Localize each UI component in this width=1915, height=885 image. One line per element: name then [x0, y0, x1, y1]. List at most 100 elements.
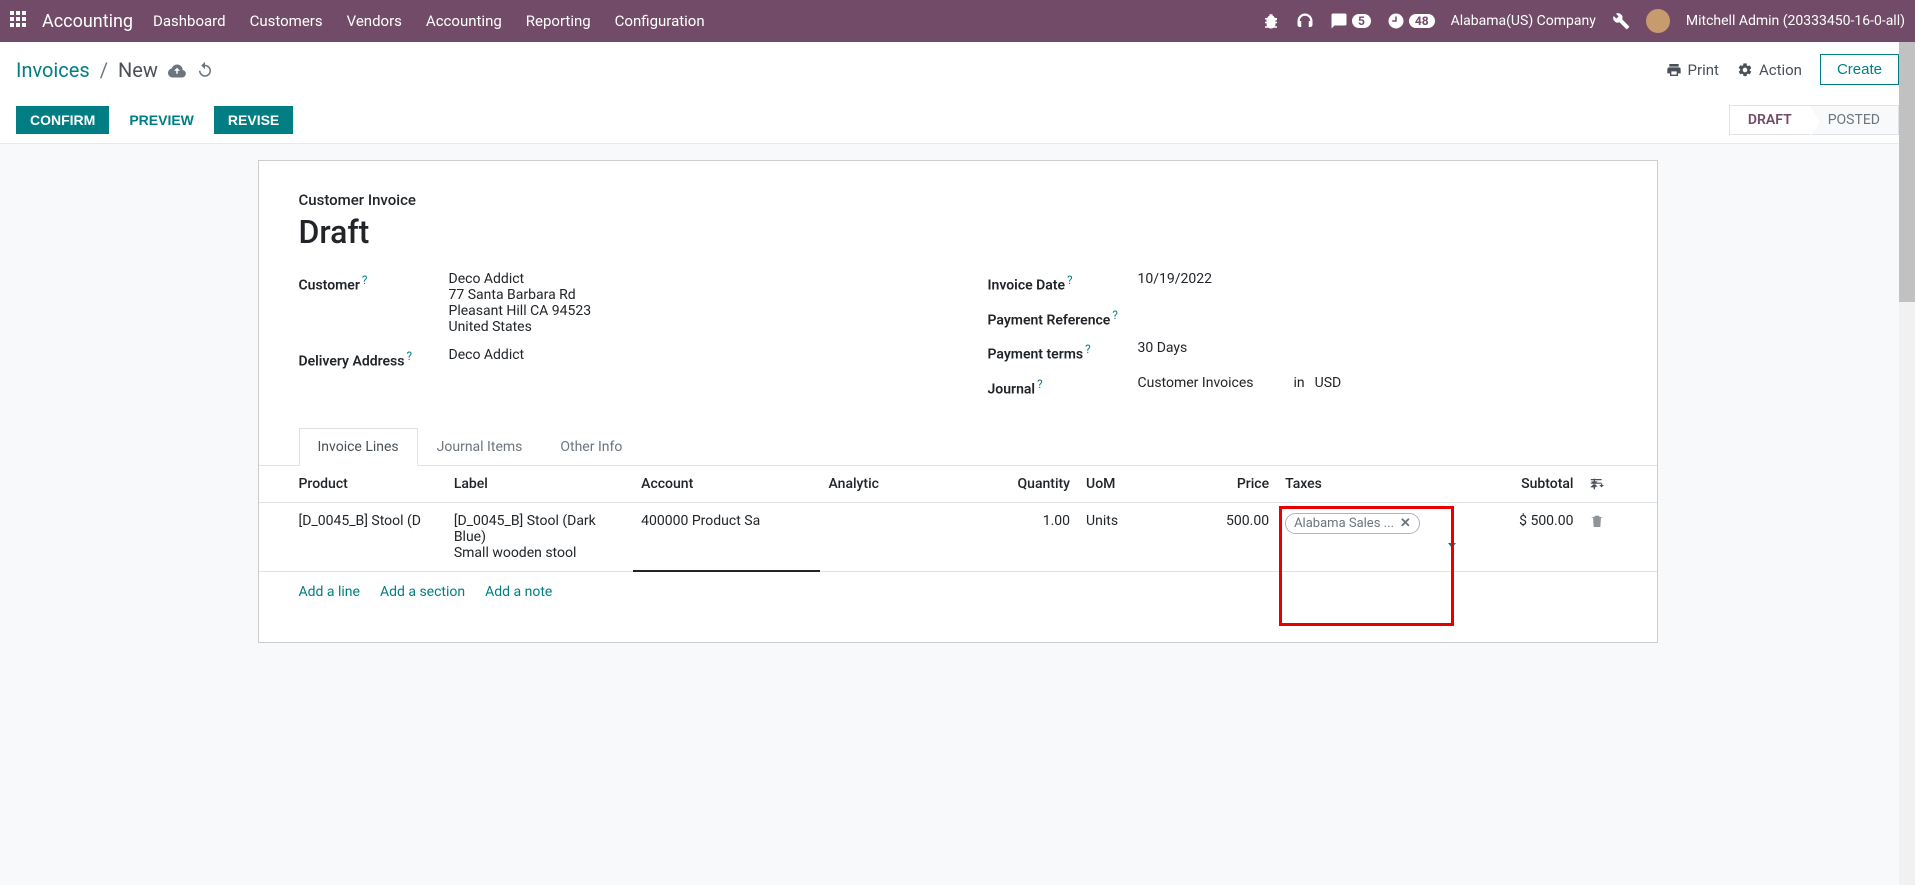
col-label[interactable]: Label	[446, 466, 633, 503]
scrollbar[interactable]	[1899, 42, 1915, 885]
breadcrumb: Invoices / New	[16, 58, 214, 82]
col-analytic[interactable]: Analytic	[820, 466, 984, 503]
scrollbar-thumb[interactable]	[1899, 42, 1915, 302]
user-name[interactable]: Mitchell Admin (20333450-16-0-all)	[1686, 13, 1905, 29]
company-switcher[interactable]: Alabama(US) Company	[1451, 13, 1596, 29]
help-icon[interactable]: ?	[362, 273, 368, 287]
support-icon[interactable]	[1296, 12, 1314, 30]
preview-button[interactable]: PREVIEW	[115, 106, 208, 134]
control-panel: Invoices / New Print Action Create	[0, 42, 1915, 97]
delivery-label: Delivery Address?	[299, 347, 449, 370]
col-subtotal[interactable]: Subtotal	[1464, 466, 1581, 503]
chat-indicator[interactable]: 5	[1330, 12, 1371, 30]
print-label: Print	[1688, 61, 1719, 79]
print-button[interactable]: Print	[1666, 61, 1719, 79]
help-icon[interactable]: ?	[1037, 377, 1043, 391]
status-posted[interactable]: POSTED	[1810, 106, 1898, 134]
menu-customers[interactable]: Customers	[250, 12, 323, 30]
cell-delete[interactable]	[1581, 502, 1656, 571]
cell-quantity[interactable]: 1.00	[984, 502, 1078, 571]
add-note-link[interactable]: Add a note	[485, 584, 552, 600]
breadcrumb-sep: /	[100, 58, 108, 82]
tab-invoice-lines[interactable]: Invoice Lines	[299, 428, 418, 466]
help-icon[interactable]: ?	[1067, 273, 1073, 287]
col-options[interactable]	[1581, 466, 1656, 503]
tax-tag[interactable]: Alabama Sales ... ✕	[1285, 513, 1420, 534]
tab-bar: Invoice Lines Journal Items Other Info	[259, 428, 1657, 466]
customer-addr1: 77 Santa Barbara Rd	[449, 287, 928, 303]
col-taxes[interactable]: Taxes	[1277, 466, 1464, 503]
activity-indicator[interactable]: 48	[1387, 12, 1435, 30]
cloud-upload-icon[interactable]	[168, 61, 186, 79]
cell-taxes[interactable]: Alabama Sales ... ✕	[1277, 502, 1464, 571]
customer-addr2: Pleasant Hill CA 94523	[449, 303, 928, 319]
cell-uom[interactable]: Units	[1078, 502, 1160, 571]
table-row[interactable]: [D_0045_B] Stool (D [D_0045_B] Stool (Da…	[259, 502, 1657, 571]
tab-journal-items[interactable]: Journal Items	[418, 428, 542, 466]
status-steps: DRAFT POSTED	[1729, 105, 1899, 135]
cp-actions: Print Action Create	[1666, 54, 1899, 85]
help-icon[interactable]: ?	[1112, 308, 1118, 322]
col-quantity[interactable]: Quantity	[984, 466, 1078, 503]
chevron-down-icon[interactable]	[1448, 543, 1456, 548]
payment-terms-value[interactable]: 30 Days	[1138, 340, 1617, 356]
confirm-button[interactable]: CONFIRM	[16, 106, 109, 134]
journal-currency[interactable]: USD	[1315, 375, 1342, 391]
cell-product[interactable]: [D_0045_B] Stool (D	[259, 502, 446, 571]
revise-button[interactable]: REVISE	[214, 106, 293, 134]
form-sheet: Customer Invoice Draft Customer? Deco Ad…	[258, 160, 1658, 643]
tax-tag-label: Alabama Sales ...	[1294, 516, 1394, 531]
col-product[interactable]: Product	[259, 466, 446, 503]
form-subtitle: Customer Invoice	[299, 191, 1617, 209]
discard-icon[interactable]	[196, 61, 214, 79]
cell-price[interactable]: 500.00	[1160, 502, 1277, 571]
cell-account[interactable]: 400000 Product Sa	[633, 502, 820, 571]
tools-icon[interactable]	[1612, 12, 1630, 30]
cell-analytic[interactable]	[820, 502, 984, 571]
status-draft[interactable]: DRAFT	[1730, 106, 1810, 134]
customer-label: Customer?	[299, 271, 449, 294]
action-label: Action	[1759, 61, 1802, 79]
menu-vendors[interactable]: Vendors	[347, 12, 402, 30]
tab-other-info[interactable]: Other Info	[541, 428, 641, 466]
main-menu: Dashboard Customers Vendors Accounting R…	[153, 12, 1262, 30]
journal-name: Customer Invoices	[1138, 375, 1254, 391]
options-icon	[1589, 476, 1605, 492]
col-uom[interactable]: UoM	[1078, 466, 1160, 503]
remove-tag-icon[interactable]: ✕	[1400, 516, 1411, 531]
menu-accounting[interactable]: Accounting	[426, 12, 502, 30]
customer-value[interactable]: Deco Addict 77 Santa Barbara Rd Pleasant…	[449, 271, 928, 335]
payment-ref-label: Payment Reference?	[988, 306, 1138, 329]
menu-configuration[interactable]: Configuration	[615, 12, 705, 30]
menu-reporting[interactable]: Reporting	[526, 12, 591, 30]
cell-subtotal: $ 500.00	[1464, 502, 1581, 571]
brand-title: Accounting	[42, 11, 133, 32]
help-icon[interactable]: ?	[1085, 342, 1091, 356]
chat-icon	[1330, 12, 1348, 30]
menu-dashboard[interactable]: Dashboard	[153, 12, 226, 30]
chat-count: 5	[1352, 14, 1371, 28]
delivery-value[interactable]: Deco Addict	[449, 347, 928, 363]
col-price[interactable]: Price	[1160, 466, 1277, 503]
clock-icon	[1387, 12, 1405, 30]
customer-name: Deco Addict	[449, 271, 928, 287]
add-section-link[interactable]: Add a section	[380, 584, 465, 600]
help-icon[interactable]: ?	[406, 349, 412, 363]
invoice-date-value[interactable]: 10/19/2022	[1138, 271, 1617, 287]
apps-icon[interactable]	[10, 11, 30, 31]
action-button[interactable]: Action	[1737, 61, 1802, 79]
breadcrumb-root[interactable]: Invoices	[16, 58, 90, 82]
status-bar: CONFIRM PREVIEW REVISE DRAFT POSTED	[0, 97, 1915, 144]
col-account[interactable]: Account	[633, 466, 820, 503]
form-title: Draft	[299, 213, 1617, 251]
cell-label[interactable]: [D_0045_B] Stool (Dark Blue) Small woode…	[446, 502, 633, 571]
top-nav: Accounting Dashboard Customers Vendors A…	[0, 0, 1915, 42]
taxes-input[interactable]	[1285, 538, 1448, 554]
create-button[interactable]: Create	[1820, 54, 1899, 85]
journal-label: Journal?	[988, 375, 1138, 398]
add-line-link[interactable]: Add a line	[299, 584, 360, 600]
avatar[interactable]	[1646, 9, 1670, 33]
journal-value[interactable]: Customer Invoices in USD	[1138, 375, 1617, 391]
bug-icon[interactable]	[1262, 12, 1280, 30]
gear-icon	[1737, 62, 1753, 78]
